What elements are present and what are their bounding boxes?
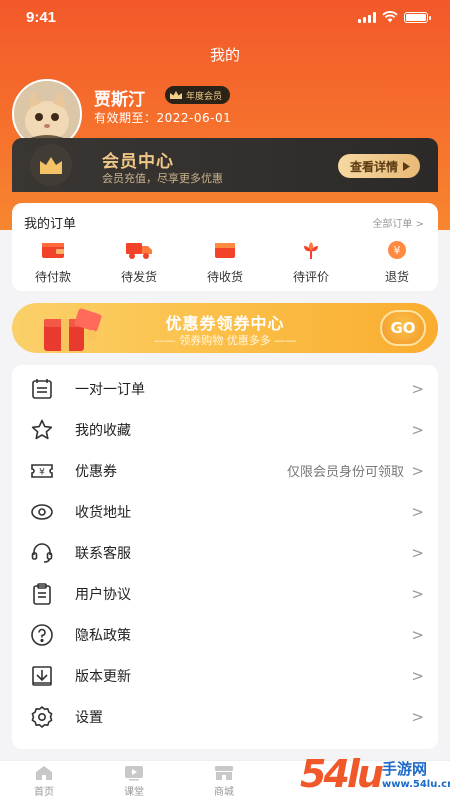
order-status-refund[interactable]: ¥ 退货 [367,239,427,285]
menu-item-coupons[interactable]: ¥ 优惠券 仅限会员身份可领取 > [12,450,438,491]
update-icon [32,666,52,687]
go-button[interactable]: GO [380,310,426,346]
coupon-banner-subtitle: —— 领券购物 优惠多多 —— [153,334,297,347]
video-icon [125,766,143,781]
chevron-right-icon: > [411,502,424,521]
chevron-right-icon: > [411,379,424,398]
play-arrow-icon [403,161,410,171]
chevron-right-icon: > [411,461,424,480]
status-time: 9:41 [26,9,57,26]
orders-title: 我的订单 [24,217,77,232]
order-status-pending-payment[interactable]: 待付款 [23,239,83,285]
menu-item-settings[interactable]: 设置 > [12,697,438,738]
package-icon [215,243,235,258]
wifi-icon [382,11,398,23]
question-icon [31,624,53,646]
tab-label: 首页 [34,787,54,798]
menu-item-favorites[interactable]: 我的收藏 > [12,409,438,450]
order-status-pending-shipment[interactable]: 待发货 [109,239,169,285]
menu-item-privacy-policy[interactable]: 隐私政策 > [12,615,438,656]
status-bar: 9:41 [0,0,450,34]
order-status-pending-receipt[interactable]: 待收货 [195,239,255,285]
vip-badge: 年度会员 [165,86,231,104]
menu-item-address[interactable]: 收货地址 > [12,491,438,532]
location-icon [31,504,53,520]
membership-expiry: 有效期至：2022-06-01 [94,111,232,125]
member-center-title: 会员中心 [102,152,174,172]
crown-icon [170,91,182,99]
coupon-center-banner[interactable]: 优惠券领券中心 —— 领券购物 优惠多多 —— GO [12,303,438,353]
crown-icon [40,157,62,174]
watermark-number: 54lu [300,752,384,796]
chevron-right-icon: > [411,420,424,439]
headset-icon [31,543,53,563]
clipboard-icon [33,583,51,605]
svg-text:¥: ¥ [394,244,401,257]
star-icon [31,419,53,439]
order-status-label: 退货 [384,270,409,284]
menu-item-hint: 仅限会员身份可领取 [286,465,404,481]
menu-item-one-on-one-orders[interactable]: 一对一订单 > [12,368,438,409]
watermark-name: 手游网 [382,760,428,778]
menu-item-customer-service[interactable]: 联系客服 > [12,532,438,573]
order-status-label: 待评价 [292,270,329,284]
menu-item-label: 用户协议 [75,587,131,604]
gear-icon [31,706,53,729]
svg-text:¥: ¥ [39,467,45,477]
calendar-icon [32,378,52,399]
chevron-right-icon: > [411,626,424,645]
orders-card: 我的订单 全部订单 > 待付款 待发货 待收货 待评价 ¥ 退货 [12,203,438,291]
chevron-right-icon: > [411,708,424,727]
member-crown-badge [30,144,72,186]
menu-item-user-agreement[interactable]: 用户协议 > [12,573,438,614]
all-orders-link[interactable]: 全部订单 > [372,215,424,230]
menu-item-version-update[interactable]: 版本更新 > [12,656,438,697]
page-title: 我的 [209,46,240,64]
flower-icon [304,242,318,259]
menu-item-label: 隐私政策 [75,628,131,645]
menu-item-label: 版本更新 [75,669,131,686]
menu-item-label: 收货地址 [75,504,131,521]
menu-item-label: 联系客服 [75,545,131,562]
order-status-label: 待发货 [120,270,157,284]
battery-icon [404,12,431,23]
chevron-right-icon: > [411,543,424,562]
menu-item-label: 我的收藏 [75,422,131,439]
coupon-banner-title: 优惠券领券中心 [165,314,285,333]
vip-badge-label: 年度会员 [186,91,223,102]
wallet-icon [42,243,64,258]
ticket-icon: ¥ [31,463,53,478]
menu-item-label: 设置 [75,710,103,727]
chevron-right-icon: > [411,585,424,604]
tab-store[interactable]: 商城 [194,765,254,798]
member-center-subtitle: 会员充值，尽享更多优惠 [102,172,223,185]
order-status-label: 待收货 [206,270,243,284]
order-status-pending-review[interactable]: 待评价 [281,239,341,285]
tab-label: 课堂 [124,787,144,798]
settings-menu: 一对一订单 > 我的收藏 > ¥ 优惠券 仅限会员身份可领取 > 收货地址 > [12,365,438,749]
menu-item-label: 一对一订单 [75,381,145,398]
menu-item-label: 优惠券 [75,463,117,480]
cellular-signal-icon [358,12,376,23]
chevron-right-icon: > [411,667,424,686]
truck-icon [126,243,152,259]
status-icons [358,11,431,23]
user-name: 贾斯汀 [94,90,145,110]
tab-classroom[interactable]: 课堂 [104,765,164,798]
watermark-url: www.54lu.cn [382,779,450,790]
site-watermark: 54lu 手游网 www.54lu.cn [300,752,450,800]
order-status-label: 待付款 [34,270,71,284]
tab-label: 商城 [214,787,234,798]
refund-icon: ¥ [388,241,406,259]
tab-home[interactable]: 首页 [14,765,74,798]
home-icon [36,766,52,780]
store-icon [215,766,233,780]
view-details-label: 查看详情 [349,159,398,174]
member-center-card[interactable]: 会员中心 会员充值，尽享更多优惠 查看详情 [12,138,438,192]
view-details-button[interactable]: 查看详情 [337,154,420,178]
